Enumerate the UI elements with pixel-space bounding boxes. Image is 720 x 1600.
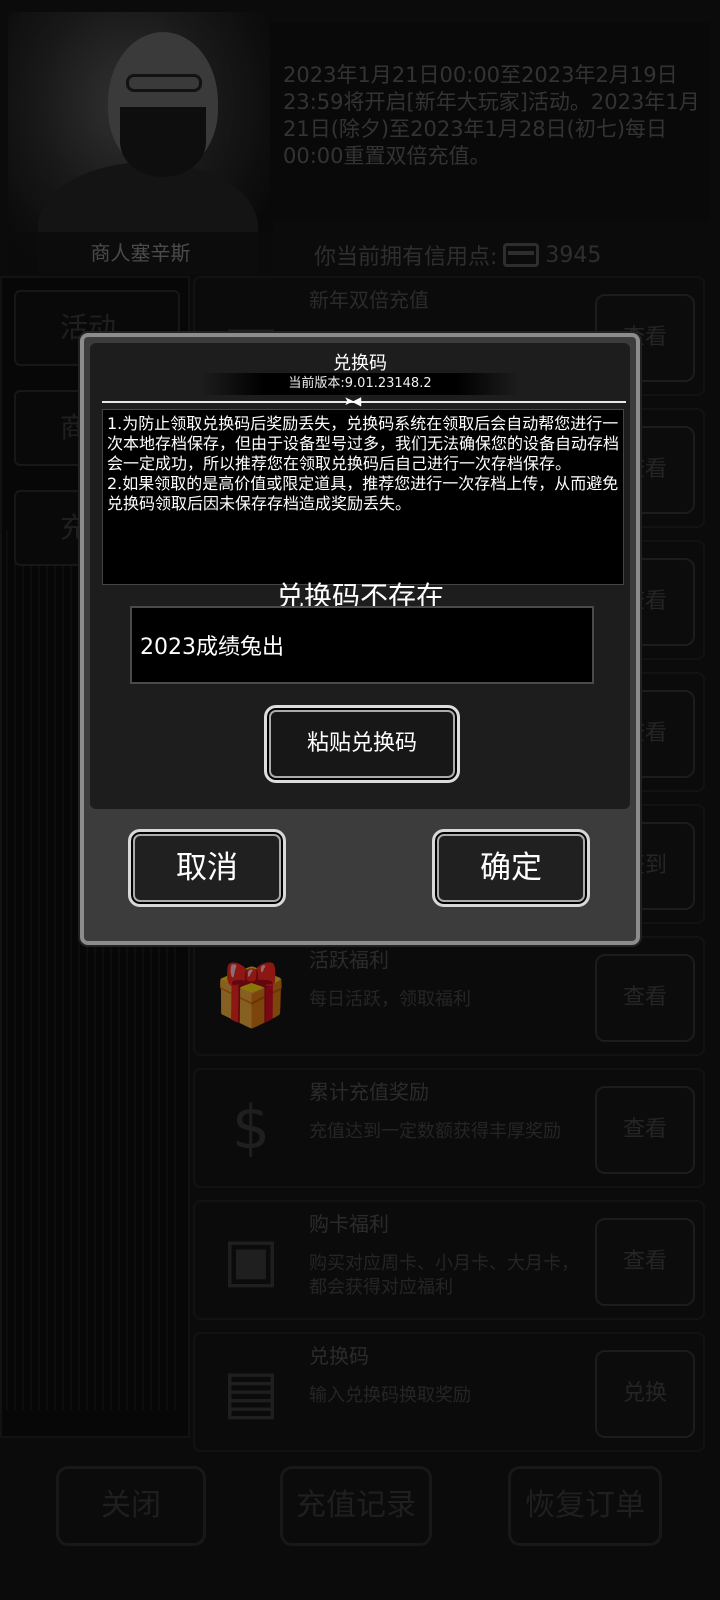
- paste-code-button[interactable]: 粘贴兑换码: [264, 705, 460, 783]
- dialog-content: 兑换码 当前版本:9.01.23148.2 ➤◀ 1.为防止领取兑换码后奖励丢失…: [90, 343, 630, 809]
- divider-arrows-icon: ➤◀: [344, 394, 361, 408]
- dialog-title: 兑换码: [333, 353, 387, 374]
- cancel-button[interactable]: 取消: [128, 829, 286, 907]
- confirm-button[interactable]: 确定: [432, 829, 590, 907]
- redeem-code-input[interactable]: [130, 606, 594, 684]
- notice-text: 1.为防止领取兑换码后奖励丢失，兑换码系统在领取后会自动帮您进行一次本地存档保存…: [102, 409, 624, 585]
- redeem-code-dialog: 兑换码 当前版本:9.01.23148.2 ➤◀ 1.为防止领取兑换码后奖励丢失…: [80, 333, 640, 945]
- divider: [102, 401, 626, 403]
- version-label: 当前版本:9.01.23148.2: [200, 373, 520, 395]
